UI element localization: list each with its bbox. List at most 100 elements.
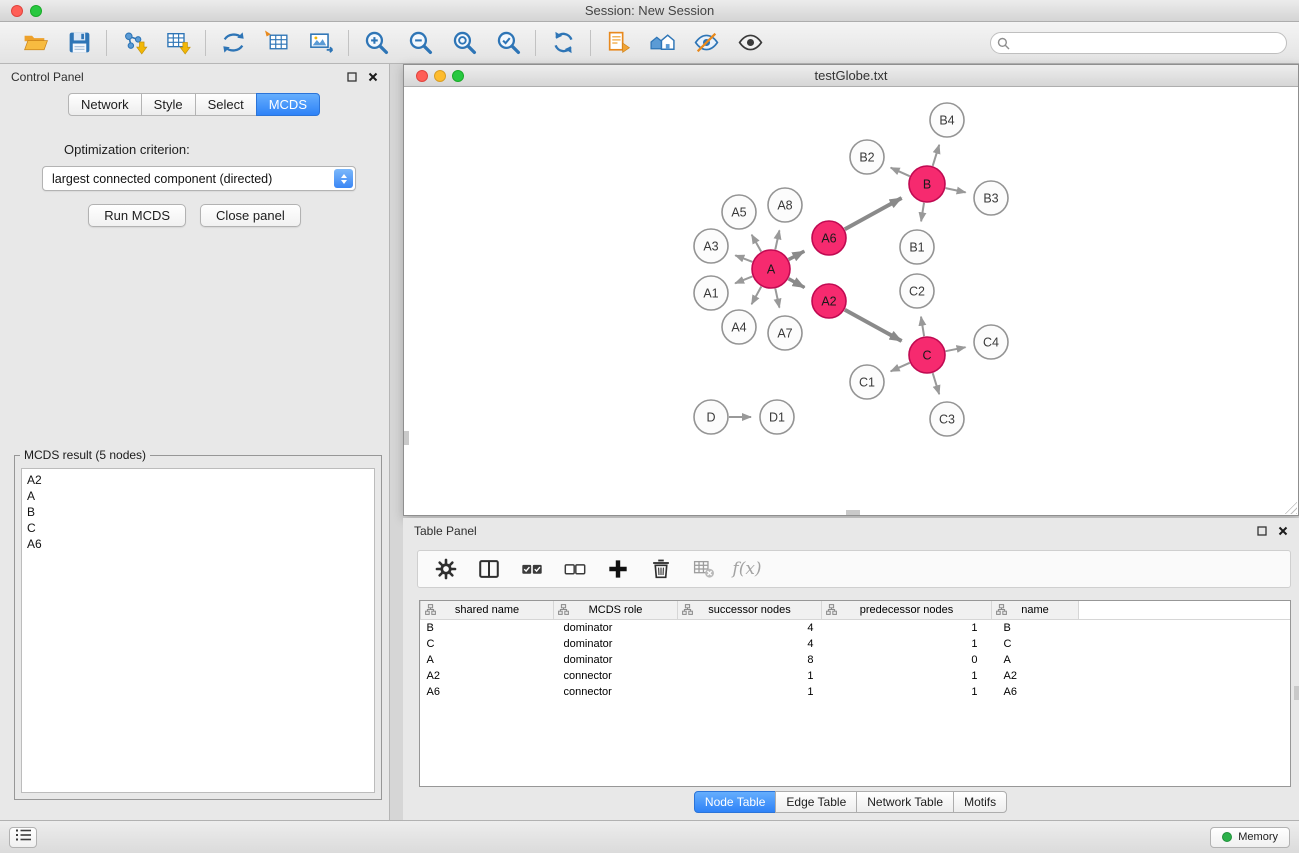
edge-C-C1[interactable] [891, 363, 910, 372]
table-cell[interactable]: 1 [678, 668, 822, 684]
edge-A-A3[interactable] [735, 255, 752, 261]
column-header-mcds-role[interactable]: MCDS role [554, 601, 678, 619]
import-table-icon[interactable] [164, 29, 192, 57]
network-minimize-button[interactable] [434, 70, 446, 82]
table-cell[interactable]: 1 [822, 636, 992, 652]
refresh-layout-icon[interactable] [549, 29, 577, 57]
table-row[interactable]: A2connector11A2 [421, 668, 1291, 684]
search-input[interactable] [990, 32, 1287, 54]
zoom-out-icon[interactable] [406, 29, 434, 57]
table-cell[interactable]: A6 [421, 684, 554, 700]
add-row-icon[interactable] [604, 555, 632, 583]
hide-details-icon[interactable] [692, 29, 720, 57]
table-cell[interactable]: dominator [554, 652, 678, 668]
table-row[interactable]: A6connector11A6 [421, 684, 1291, 700]
table-cell[interactable]: A2 [992, 668, 1079, 684]
zoom-selected-icon[interactable] [494, 29, 522, 57]
table-cell[interactable]: 8 [678, 652, 822, 668]
edge-A-A8[interactable] [775, 230, 779, 249]
edge-A-A4[interactable] [752, 287, 762, 305]
table-cell[interactable]: 4 [678, 636, 822, 652]
mcds-result-item[interactable]: A6 [27, 536, 369, 552]
import-network-icon[interactable] [120, 29, 148, 57]
network-zoom-button[interactable] [452, 70, 464, 82]
tab-motifs[interactable]: Motifs [953, 791, 1007, 813]
close-panel-button[interactable]: Close panel [200, 204, 301, 227]
table-cell[interactable]: C [421, 636, 554, 652]
tab-edge-table[interactable]: Edge Table [775, 791, 857, 813]
table-cell[interactable]: 1 [822, 684, 992, 700]
horizontal-scroll-indicator[interactable] [846, 510, 860, 515]
run-mcds-button[interactable]: Run MCDS [88, 204, 186, 227]
edge-A-A7[interactable] [775, 289, 779, 308]
gear-icon[interactable] [432, 555, 460, 583]
table-panel-close-icon[interactable] [1278, 526, 1288, 536]
control-panel-float-icon[interactable] [347, 72, 357, 82]
optimization-criterion-select[interactable]: largest connected component (directed) [42, 166, 356, 191]
columns-icon[interactable] [475, 555, 503, 583]
mcds-result-list[interactable]: A2ABCA6 [21, 468, 375, 793]
table-cell[interactable]: connector [554, 668, 678, 684]
tab-mcds[interactable]: MCDS [256, 93, 320, 116]
table-cell[interactable]: dominator [554, 636, 678, 652]
edge-A6-B[interactable] [845, 198, 902, 229]
network-close-button[interactable] [416, 70, 428, 82]
edge-A-A5[interactable] [752, 235, 762, 252]
table-cell[interactable]: 1 [822, 668, 992, 684]
column-header-shared-name[interactable]: shared name [421, 601, 554, 619]
mcds-result-item[interactable]: C [27, 520, 369, 536]
table-cell[interactable]: B [992, 619, 1079, 636]
table-row[interactable]: Bdominator41B [421, 619, 1291, 636]
new-network-icon[interactable] [219, 29, 247, 57]
mcds-result-item[interactable]: A [27, 488, 369, 504]
deselect-all-icon[interactable] [561, 555, 589, 583]
edge-A-A2[interactable] [789, 279, 805, 288]
network-canvas[interactable]: AA6A2BCA1A3A4A5A7A8B1B2B3B4C1C2C3C4DD1 [404, 87, 1298, 515]
table-cell[interactable]: 1 [678, 684, 822, 700]
table-cell[interactable]: A [421, 652, 554, 668]
edge-A2-C[interactable] [845, 310, 902, 341]
task-history-button[interactable] [9, 827, 37, 848]
control-panel-close-icon[interactable] [368, 72, 378, 82]
title-bar[interactable]: Session: New Session [0, 0, 1299, 22]
edge-A-A6[interactable] [789, 251, 805, 259]
close-window-button[interactable] [11, 5, 23, 17]
table-cell[interactable]: B [421, 619, 554, 636]
tab-network-table[interactable]: Network Table [856, 791, 954, 813]
save-session-icon[interactable] [65, 29, 93, 57]
edge-A-A1[interactable] [735, 276, 752, 283]
column-header-predecessor-nodes[interactable]: predecessor nodes [822, 601, 992, 619]
memory-button[interactable]: Memory [1210, 827, 1290, 848]
table-cell[interactable]: 4 [678, 619, 822, 636]
table-scroll-indicator[interactable] [1294, 686, 1299, 700]
delete-row-icon[interactable] [647, 555, 675, 583]
home-icon[interactable] [648, 29, 676, 57]
open-session-icon[interactable] [21, 29, 49, 57]
merge-table-icon[interactable] [263, 29, 291, 57]
vertical-scroll-indicator[interactable] [404, 431, 409, 445]
table-cell[interactable]: connector [554, 684, 678, 700]
table-row[interactable]: Cdominator41C [421, 636, 1291, 652]
mcds-result-item[interactable]: A2 [27, 472, 369, 488]
tab-node-table[interactable]: Node Table [694, 791, 777, 813]
zoom-in-icon[interactable] [362, 29, 390, 57]
table-cell[interactable]: A6 [992, 684, 1079, 700]
table-row[interactable]: Adominator80A [421, 652, 1291, 668]
table-panel-float-icon[interactable] [1257, 526, 1267, 536]
edge-C-C4[interactable] [946, 347, 966, 351]
tab-network[interactable]: Network [68, 93, 142, 116]
edge-B-B1[interactable] [921, 203, 924, 222]
edge-B-B4[interactable] [933, 145, 940, 166]
table-cell[interactable]: 1 [822, 619, 992, 636]
edge-B-B3[interactable] [946, 188, 966, 192]
edge-C-C2[interactable] [921, 317, 924, 337]
table-cell[interactable]: dominator [554, 619, 678, 636]
select-all-icon[interactable] [518, 555, 546, 583]
mcds-result-item[interactable]: B [27, 504, 369, 520]
tab-select[interactable]: Select [195, 93, 257, 116]
edge-B-B2[interactable] [891, 168, 910, 177]
table-cell[interactable]: C [992, 636, 1079, 652]
tab-style[interactable]: Style [141, 93, 196, 116]
zoom-fit-icon[interactable] [450, 29, 478, 57]
table-cell[interactable]: A [992, 652, 1079, 668]
